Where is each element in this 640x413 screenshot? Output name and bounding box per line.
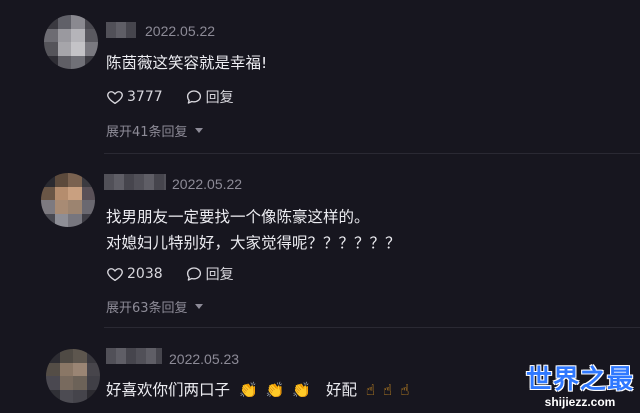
caret-down-icon (194, 128, 203, 133)
watermark-title: 世界之最 (525, 365, 634, 395)
like-count: 3777 (127, 89, 163, 105)
expand-replies-button[interactable]: 展开41条回复 (106, 121, 203, 140)
expand-replies-label: 展开63条回复 (106, 301, 188, 316)
watermark-logo: 世界之最 shijiezz.com (526, 365, 634, 409)
comment-text-line: 对媳妇儿特别好，大家觉得呢？？？？？？ (106, 234, 401, 252)
username-blurred[interactable] (104, 174, 166, 190)
expand-replies-label: 展开41条回复 (106, 125, 188, 140)
comment-text: 好喜欢你们两口子 👏 👏 👏 好配 ☝ ☝ ☝ (106, 378, 413, 400)
reply-label: 回复 (205, 267, 234, 283)
speech-bubble-icon (185, 88, 203, 106)
reply-button[interactable]: 回复 (185, 264, 234, 284)
comment-actions: 2038 回复 (106, 264, 256, 284)
comment-text-part: 好喜欢你们两口子 (106, 381, 231, 399)
hand-pointing-up-emoji: ☝ (383, 381, 393, 399)
like-button[interactable]: 2038 (106, 265, 163, 283)
hand-pointing-up-emoji: ☝ (365, 381, 376, 399)
comment-actions: 3777 回复 (106, 87, 256, 107)
heart-icon (106, 88, 124, 106)
like-button[interactable]: 3777 (106, 88, 163, 106)
username-blurred[interactable] (106, 348, 162, 364)
comment-date: 2022.05.22 (172, 176, 243, 192)
clapping-hands-emoji: 👏 (292, 381, 312, 399)
caret-down-icon (194, 304, 203, 309)
hand-pointing-up-emoji: ☝ (400, 381, 410, 399)
speech-bubble-icon (185, 265, 203, 283)
expand-replies-button[interactable]: 展开63条回复 (106, 297, 203, 316)
avatar[interactable] (41, 173, 95, 227)
reply-button[interactable]: 回复 (185, 87, 234, 107)
comment-feed: 2022.05.22 陈茵薇这笑容就是幸福! 3777 回复 展开41条回复 2… (0, 0, 640, 413)
comment-text-line: 找男朋友一定要找一个像陈豪这样的。 (106, 208, 370, 226)
comment-date: 2022.05.22 (145, 23, 216, 39)
comment-date: 2022.05.23 (169, 351, 240, 367)
comment-text-part: 好配 (325, 381, 357, 399)
clapping-hands-emoji: 👏 (238, 381, 258, 399)
watermark-url: shijiezz.com (544, 395, 616, 409)
comment-text: 陈茵薇这笑容就是幸福! (106, 54, 268, 72)
heart-icon (106, 265, 124, 283)
like-count: 2038 (127, 266, 163, 282)
clapping-hands-emoji: 👏 (265, 381, 285, 399)
avatar[interactable] (46, 349, 100, 403)
avatar[interactable] (44, 15, 98, 69)
reply-label: 回复 (205, 90, 234, 106)
divider (104, 153, 640, 154)
username-blurred[interactable] (106, 22, 136, 38)
divider (104, 327, 640, 328)
